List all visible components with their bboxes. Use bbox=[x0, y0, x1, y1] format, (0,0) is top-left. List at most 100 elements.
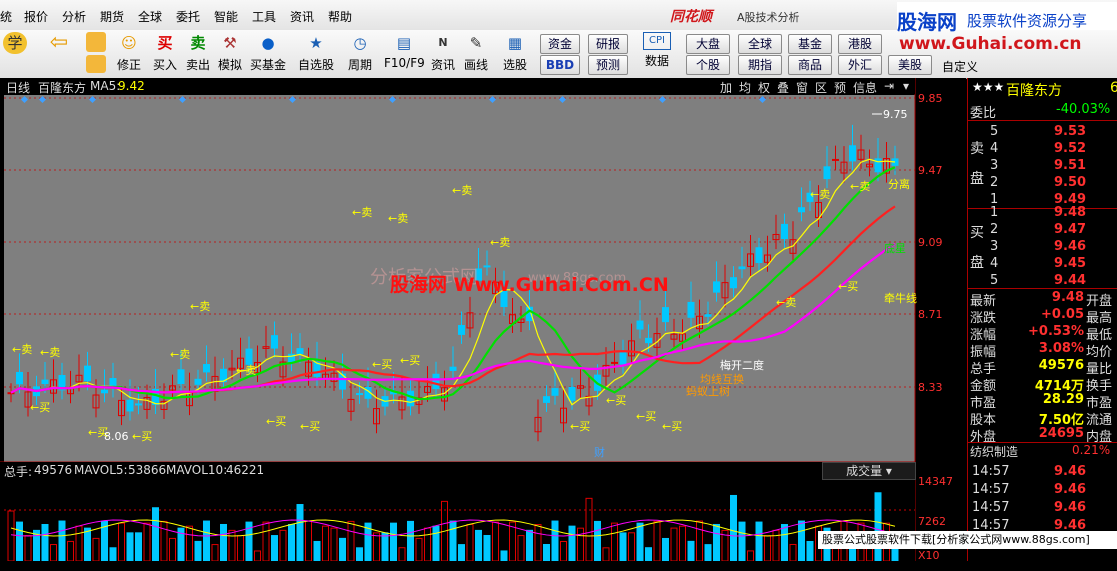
candle-body bbox=[194, 378, 202, 385]
hk-stocks-button[interactable]: 港股 bbox=[838, 34, 882, 54]
f10-label: F10/F9 bbox=[384, 56, 425, 70]
tab-overlay[interactable]: 叠 bbox=[777, 79, 789, 96]
tab-range[interactable]: 区 bbox=[815, 79, 827, 96]
chart-period[interactable]: 日线 bbox=[6, 79, 30, 96]
simulate-button[interactable]: ⚒ 模拟 bbox=[215, 32, 245, 76]
ma5-value: 9.42 bbox=[118, 79, 145, 93]
buy-signal-label: ←买 bbox=[400, 354, 420, 367]
indicator-select[interactable]: 成交量 ▾ bbox=[822, 462, 916, 480]
sell-level: 4 bbox=[990, 141, 999, 156]
research-button[interactable]: 研报 bbox=[588, 34, 628, 54]
sell-signal-label: ←卖 bbox=[40, 346, 60, 359]
draw-line-button[interactable]: ✎ 画线 bbox=[461, 32, 491, 76]
capital-button[interactable]: 资金 bbox=[540, 34, 580, 54]
buy-button[interactable]: 买 买入 bbox=[150, 32, 180, 76]
kline-chart-svg: 9.85 9.47 9.09 8.71 8.33 14347 7262 X10 ←卖 ←卖 ←卖 ←卖… bbox=[0, 78, 966, 562]
period-button[interactable]: ◷ 周期 bbox=[343, 32, 377, 76]
candle-body bbox=[126, 399, 134, 412]
learn-icon: 学 bbox=[3, 32, 27, 54]
bottom-banner[interactable]: 股票公式股票软件下载[分析家公式网www.88gs.com] bbox=[818, 531, 1117, 549]
volume-bar bbox=[390, 522, 397, 562]
pencil-icon: ✎ bbox=[469, 34, 483, 52]
guhai-logo: 股海网 股票软件资源分享 www.Guhai.com.cn bbox=[897, 2, 1117, 62]
dropdown-arrow-icon[interactable]: ▾ bbox=[903, 79, 909, 93]
commodities-button[interactable]: 商品 bbox=[788, 55, 832, 75]
candle-body bbox=[483, 265, 491, 268]
tab-expand[interactable]: ⇥ bbox=[884, 79, 894, 93]
sell-signal-label: ←卖 bbox=[12, 343, 32, 356]
candle-body bbox=[101, 389, 108, 394]
volume-bar bbox=[313, 540, 321, 562]
learn-button[interactable]: 学 bbox=[0, 32, 30, 76]
bbd-button[interactable]: BBD bbox=[540, 55, 580, 75]
tab-average[interactable]: 均 bbox=[739, 79, 751, 96]
tab-fuquan-add[interactable]: 加 bbox=[720, 79, 732, 96]
market-button[interactable]: 大盘 bbox=[686, 34, 730, 54]
forecast-button[interactable]: 预测 bbox=[588, 55, 628, 75]
ma5-label: MA5: bbox=[90, 79, 121, 93]
revise-button[interactable]: ☺ 修正 bbox=[114, 32, 144, 76]
industry-name[interactable]: 纺织制造 bbox=[970, 443, 1018, 460]
candle-body bbox=[203, 364, 210, 373]
quote-panel: ★★★ 百隆东方 6 委比 -40.03% 5 9.53 4 9.52 3 9.51 2 9.… bbox=[967, 78, 1117, 561]
menu-item-tools[interactable]: 工具 bbox=[252, 8, 276, 25]
back-arrow-icon: ⇦ bbox=[49, 30, 69, 55]
volume-bar bbox=[220, 523, 227, 562]
mavol5-label: MAVOL5: bbox=[74, 463, 128, 477]
news-button[interactable]: N 资讯 bbox=[428, 32, 458, 76]
stock-picker-label: 选股 bbox=[502, 58, 527, 72]
tab-info[interactable]: 信息 bbox=[853, 79, 877, 96]
high-price-label: 9.75 bbox=[883, 108, 908, 121]
up-down-button[interactable] bbox=[84, 32, 108, 76]
tab-window[interactable]: 窗 bbox=[796, 79, 808, 96]
watchlist-button[interactable]: ★ 自选股 bbox=[296, 32, 336, 76]
guhai-logo-url: www.Guhai.com.cn bbox=[899, 34, 1082, 54]
pattern-label-qianniu: 牵牛线 bbox=[884, 291, 917, 305]
menu-item-help[interactable]: 帮助 bbox=[328, 8, 352, 25]
menu-item-global[interactable]: 全球 bbox=[138, 8, 162, 25]
menu-item-smart[interactable]: 智能 bbox=[214, 8, 238, 25]
index-futures-button[interactable]: 期指 bbox=[738, 55, 782, 75]
industry-change: 0.21% bbox=[1072, 443, 1111, 457]
stat-row: 涨跌 +0.05 最高 bbox=[968, 307, 1117, 326]
volume-bar bbox=[798, 520, 805, 562]
stat-row: 市盈 28.29 市盈 bbox=[968, 392, 1117, 411]
buy-level: 4 bbox=[990, 256, 999, 271]
buy-side-label: 买盘 bbox=[970, 218, 984, 278]
volume-bar bbox=[475, 529, 482, 562]
menu-item-order[interactable]: 委托 bbox=[176, 8, 200, 25]
global-button[interactable]: 全球 bbox=[738, 34, 782, 54]
fund-button[interactable]: 基金 bbox=[788, 34, 832, 54]
price-tick-label: 9.85 bbox=[918, 92, 943, 105]
buy-signal-label: ←买 bbox=[636, 410, 656, 423]
menu-item-quote[interactable]: 报价 bbox=[24, 8, 48, 25]
price-tick-label: 9.47 bbox=[918, 164, 943, 177]
kline-chart-area[interactable]: 9.85 9.47 9.09 8.71 8.33 14347 7262 X10 ←卖 ←卖 ←卖 ←卖… bbox=[0, 78, 966, 562]
candle-body bbox=[568, 386, 576, 401]
candle-body bbox=[313, 362, 321, 377]
buy-fund-button[interactable]: ● 买基金 bbox=[247, 32, 289, 76]
back-button[interactable]: ⇦ bbox=[44, 32, 74, 76]
stock-picker-button[interactable]: ▦ 选股 bbox=[498, 32, 532, 76]
menu-item-analysis[interactable]: 分析 bbox=[62, 8, 86, 25]
volume-bar bbox=[619, 532, 627, 562]
data-button[interactable]: CPI 数据 bbox=[640, 32, 674, 76]
volume-bar bbox=[126, 532, 134, 562]
buy-level-row: 1 9.48 bbox=[968, 205, 1117, 222]
stat-row: 外盘 24695 内盘 bbox=[968, 426, 1117, 445]
sell-button[interactable]: 卖 卖出 bbox=[183, 32, 213, 76]
sell-signal-label: ←卖 bbox=[810, 188, 830, 201]
menu-item-system[interactable]: 统 bbox=[0, 8, 12, 25]
candle-body bbox=[781, 223, 788, 239]
buy-signal-label: ←买 bbox=[570, 420, 590, 433]
tab-rights[interactable]: 权 bbox=[758, 79, 770, 96]
candle-body bbox=[458, 325, 465, 335]
menu-item-news[interactable]: 资讯 bbox=[290, 8, 314, 25]
menu-item-futures[interactable]: 期货 bbox=[100, 8, 124, 25]
price-tick-label: 9.09 bbox=[918, 236, 943, 249]
sell-price: 9.52 bbox=[1054, 141, 1087, 156]
single-stock-button[interactable]: 个股 bbox=[686, 55, 730, 75]
tab-predict[interactable]: 预 bbox=[834, 79, 846, 96]
forex-button[interactable]: 外汇 bbox=[838, 55, 882, 75]
f10-button[interactable]: ▤ F10/F9 bbox=[384, 32, 425, 76]
